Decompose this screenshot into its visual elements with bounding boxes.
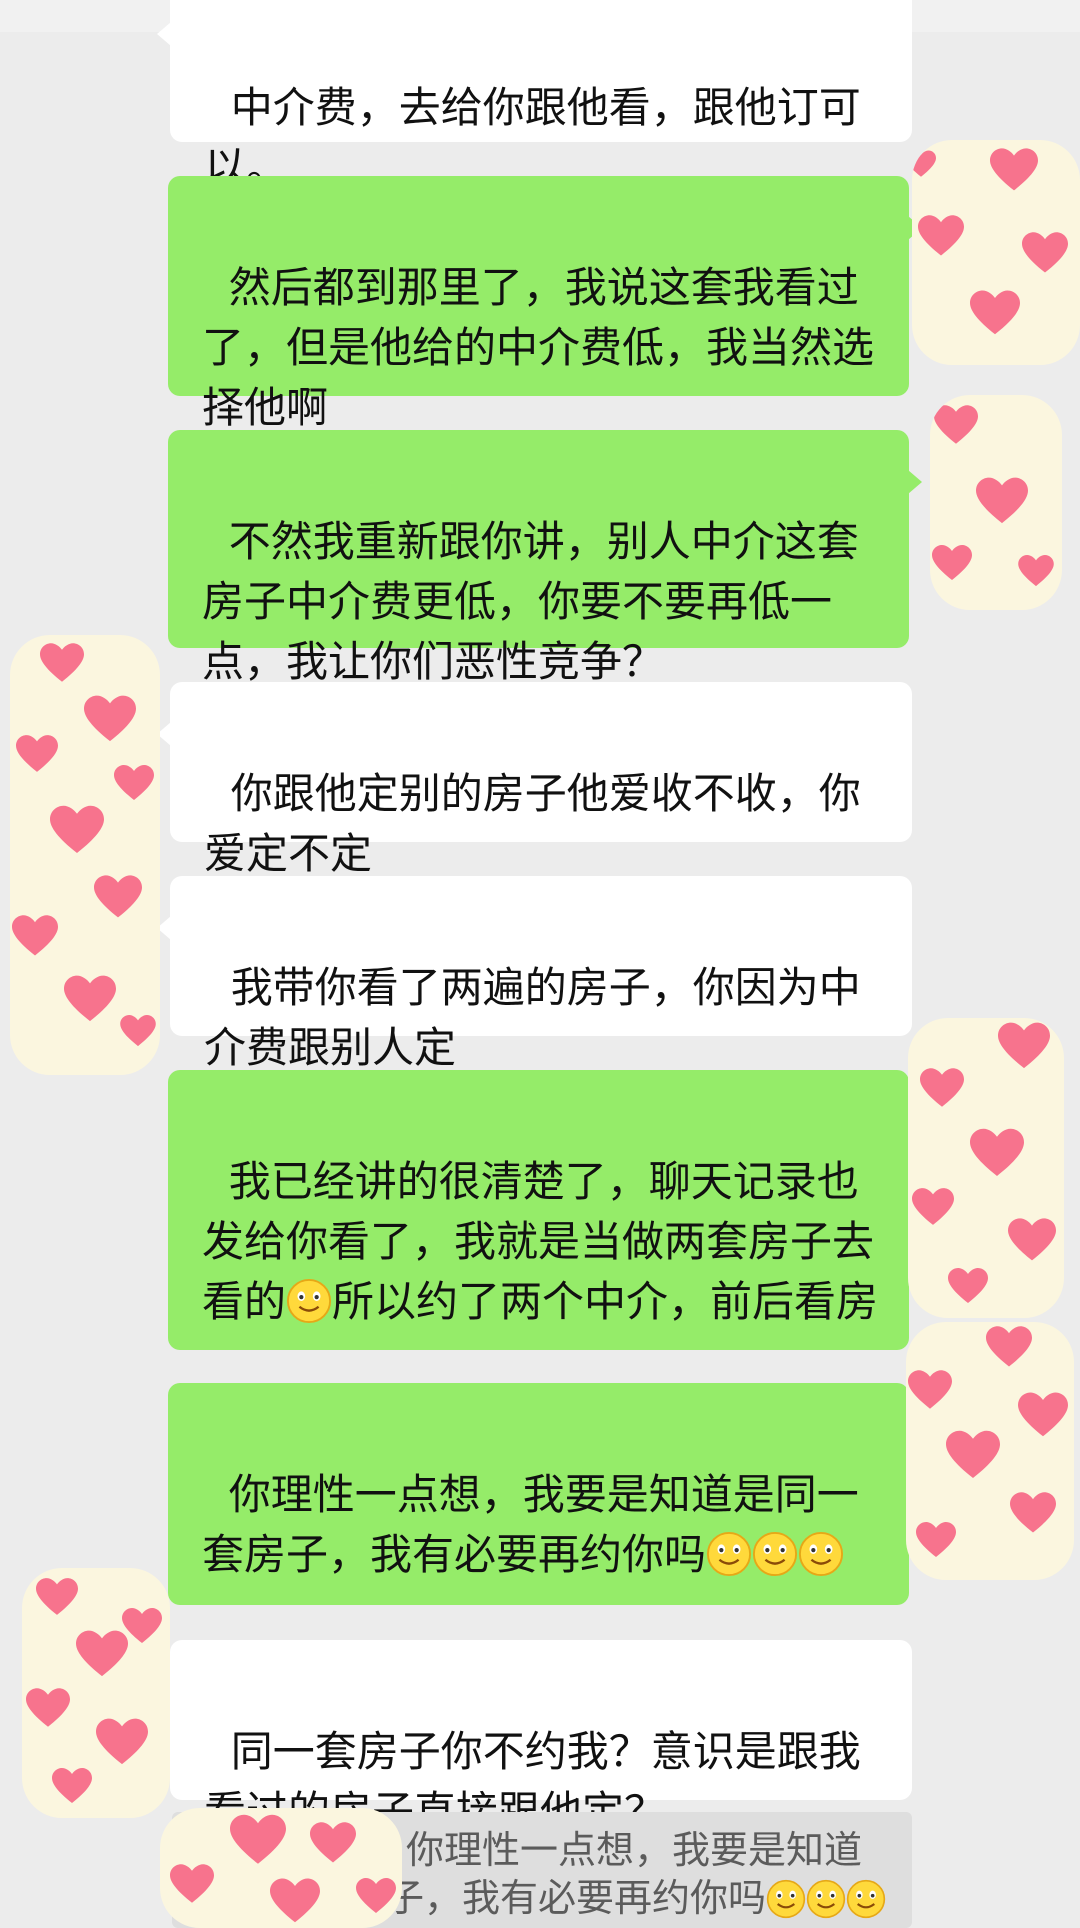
message-text: 我带你看了两遍的房子，你因为中介费跟别人定 <box>204 963 861 1072</box>
message-bubble-incoming[interactable]: 我带你看了两遍的房子，你因为中介费跟别人定 <box>157 876 912 1072</box>
pink-hearts-sticker <box>908 1018 1064 1318</box>
slightly-smiling-face-emoji <box>846 1879 886 1919</box>
slightly-smiling-face-emoji <box>766 1879 806 1919</box>
slightly-smiling-face-emoji <box>706 1531 752 1577</box>
message-text-part2: 所以约了两个中介，前后看房 <box>332 1277 879 1326</box>
message-text: 不然我重新跟你讲，别人中介这套房子中介费更低，你要不要再低一点，我让你们恶性竞争… <box>202 517 859 686</box>
message-bubble-incoming[interactable]: 同一套房子你不约我？意识是跟我看过的房子直接跟他定？ <box>157 1640 912 1836</box>
pink-hearts-sticker <box>930 395 1062 610</box>
pink-hearts-sticker <box>160 1808 402 1928</box>
message-text: 然后都到那里了，我说这套我看过了，但是他给的中介费低，我当然选择他啊 <box>202 263 875 432</box>
message-bubble-incoming[interactable]: 你跟他定别的房子他爱收不收，你爱定不定 <box>157 682 912 878</box>
message-bubble-outgoing[interactable]: 然后都到那里了，我说这套我看过了，但是他给的中介费低，我当然选择他啊 <box>168 176 922 432</box>
message-bubble-outgoing[interactable]: 不然我重新跟你讲，别人中介这套房子中介费更低，你要不要再低一点，我让你们恶性竞争… <box>168 430 922 686</box>
pink-hearts-sticker <box>912 140 1080 365</box>
message-bubble-incoming[interactable]: 中介费，去给你跟他看，跟他订可以。 <box>157 0 912 192</box>
pink-hearts-sticker <box>10 635 160 1075</box>
pink-hearts-sticker <box>22 1568 170 1818</box>
message-bubble-outgoing[interactable]: 我已经讲的很清楚了，聊天记录也发给你看了，我就是当做两套房子去看的 所以约了两个中… <box>168 1070 922 1350</box>
slightly-smiling-face-emoji <box>752 1531 798 1577</box>
slightly-smiling-face-emoji <box>806 1879 846 1919</box>
slightly-smiling-face-emoji <box>286 1278 332 1324</box>
slightly-smiling-face-emoji <box>798 1531 844 1577</box>
message-text: 你跟他定别的房子他爱收不收，你爱定不定 <box>204 769 861 878</box>
message-bubble-outgoing[interactable]: 你理性一点想，我要是知道是同一套房子，我有必要再约你吗 <box>168 1383 922 1605</box>
pink-hearts-sticker <box>906 1322 1074 1580</box>
